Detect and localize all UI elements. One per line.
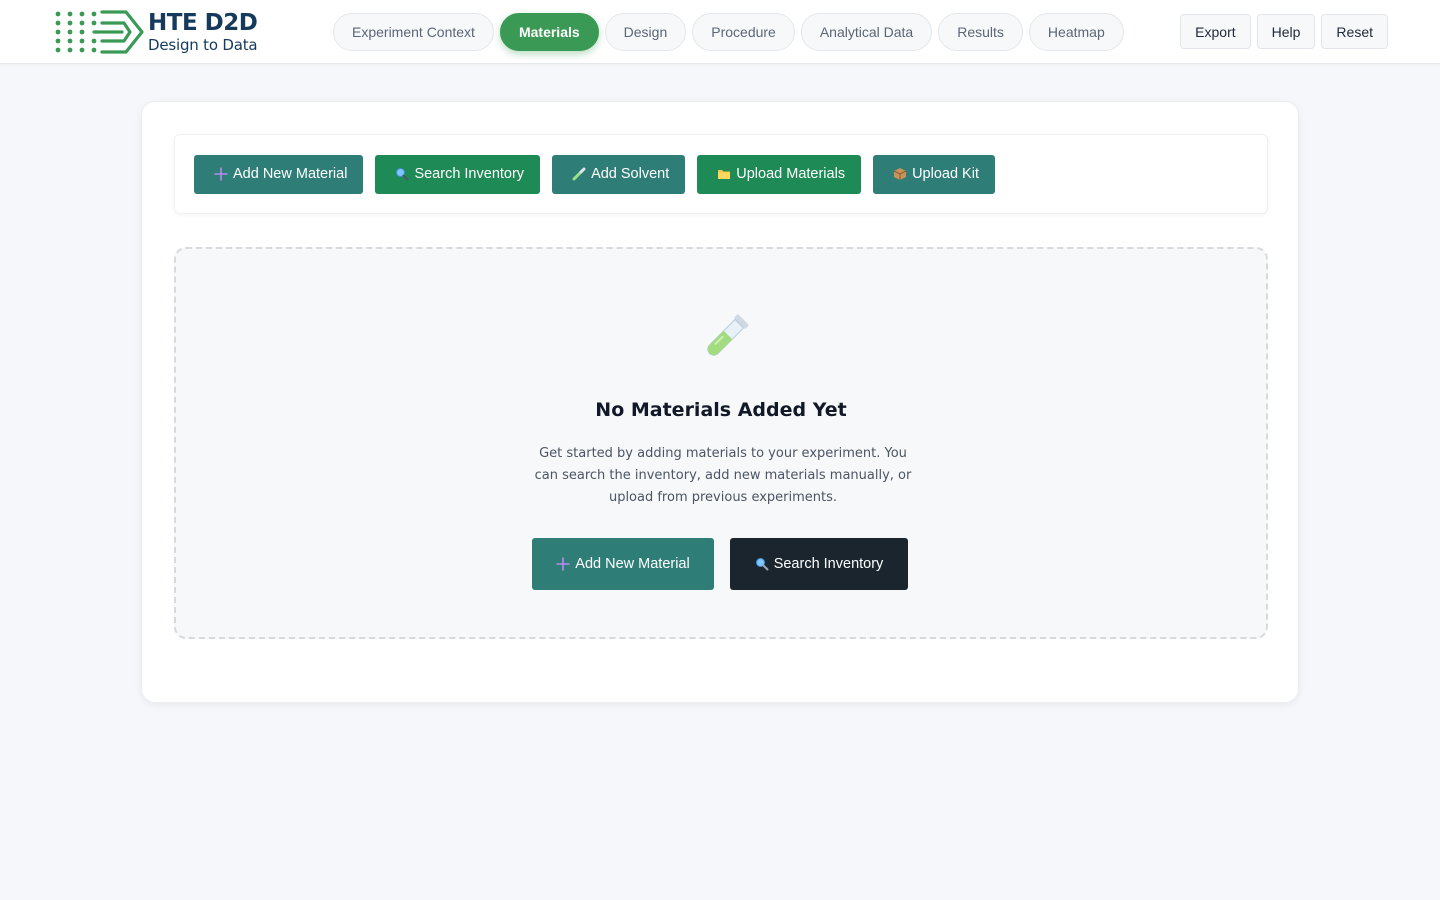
- magnifier-icon: [755, 558, 769, 571]
- empty-add-new-material-button[interactable]: Add New Material: [532, 538, 714, 590]
- empty-state-actions: Add New Material Search Inventory: [532, 538, 908, 590]
- brand-subtitle: Design to Data: [148, 35, 258, 54]
- main-tabs: Experiment Context Materials Design Proc…: [333, 13, 1124, 51]
- search-inventory-label: Search Inventory: [414, 166, 525, 182]
- materials-toolbar: Add New Material Search Inventory Add So…: [174, 134, 1268, 214]
- add-new-material-label: Add New Material: [233, 166, 348, 182]
- upload-materials-button[interactable]: Upload Materials: [697, 154, 862, 194]
- add-new-material-button[interactable]: Add New Material: [194, 154, 364, 194]
- empty-search-inventory-button[interactable]: Search Inventory: [730, 538, 908, 590]
- package-icon: [893, 168, 907, 180]
- tab-analytical-data[interactable]: Analytical Data: [800, 13, 933, 51]
- tab-design[interactable]: Design: [604, 13, 687, 51]
- test-tube-icon: [707, 314, 749, 356]
- search-inventory-button[interactable]: Search Inventory: [375, 154, 541, 194]
- help-button[interactable]: Help: [1256, 14, 1316, 49]
- app-header: HTE D2D Design to Data Experiment Contex…: [0, 0, 1440, 64]
- empty-add-new-material-label: Add New Material: [575, 556, 690, 572]
- header-actions: Export Help Reset: [1180, 14, 1388, 49]
- pipette-icon: [572, 167, 586, 181]
- folder-icon: [718, 170, 731, 179]
- reset-button[interactable]: Reset: [1321, 14, 1388, 49]
- empty-state-title: No Materials Added Yet: [595, 399, 847, 421]
- logo-mark-icon: [55, 10, 144, 54]
- brand-logo[interactable]: HTE D2D Design to Data: [54, 8, 258, 56]
- tab-results[interactable]: Results: [938, 13, 1023, 51]
- empty-search-inventory-label: Search Inventory: [773, 556, 884, 572]
- add-solvent-button[interactable]: Add Solvent: [552, 154, 686, 194]
- empty-state-description: Get started by adding materials to your …: [534, 446, 912, 505]
- tab-heatmap[interactable]: Heatmap: [1028, 13, 1124, 51]
- tab-procedure[interactable]: Procedure: [692, 13, 795, 51]
- brand-title: HTE D2D: [148, 9, 258, 36]
- tab-experiment-context[interactable]: Experiment Context: [333, 13, 494, 51]
- upload-kit-label: Upload Kit: [912, 166, 979, 182]
- add-solvent-label: Add Solvent: [591, 166, 670, 182]
- upload-kit-button[interactable]: Upload Kit: [873, 154, 995, 194]
- export-button[interactable]: Export: [1180, 14, 1251, 49]
- magnifier-icon: [396, 168, 409, 181]
- empty-state: No Materials Added Yet Get started by ad…: [174, 247, 1268, 639]
- materials-card: Add New Material Search Inventory Add So…: [141, 101, 1299, 703]
- tab-materials[interactable]: Materials: [499, 13, 599, 51]
- plus-icon: [214, 167, 228, 181]
- upload-materials-label: Upload Materials: [736, 166, 846, 182]
- plus-icon: [556, 557, 571, 571]
